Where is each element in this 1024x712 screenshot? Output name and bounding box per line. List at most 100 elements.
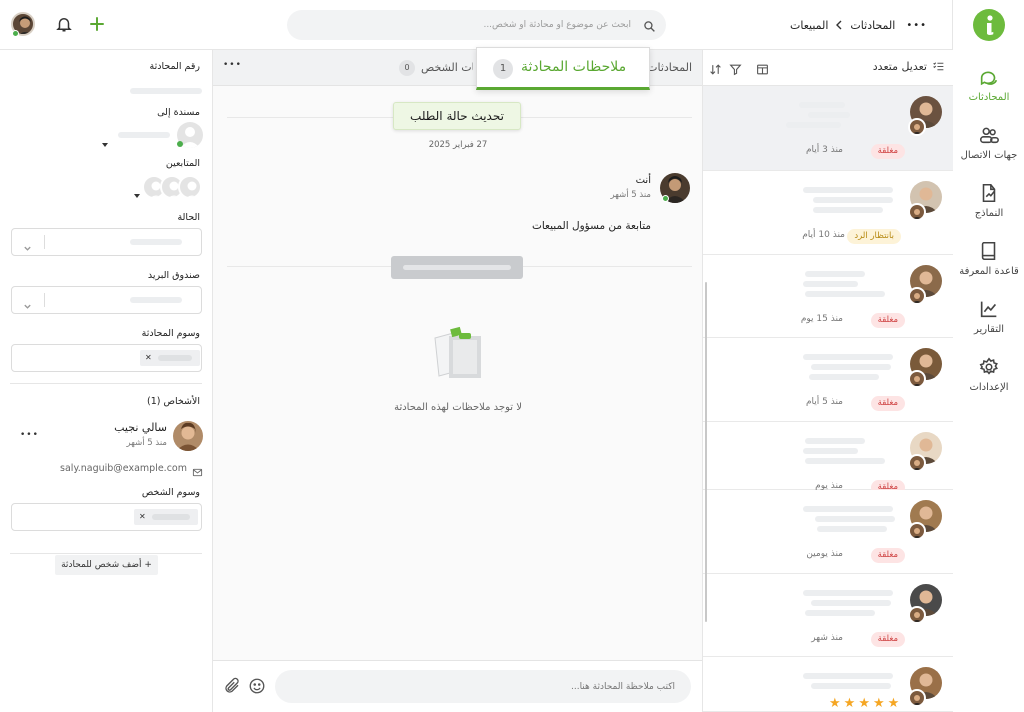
list-item[interactable]: ★ ★ ★ ★ ★ (703, 657, 953, 712)
placeholder (130, 297, 182, 303)
person-tags-input[interactable]: ✕ (11, 503, 202, 531)
filter-icon[interactable] (729, 61, 742, 76)
divider (10, 553, 202, 554)
agent-avatar (908, 203, 926, 221)
composer (213, 660, 702, 712)
online-dot (12, 30, 19, 37)
placeholder (803, 506, 893, 512)
placeholder (813, 197, 893, 203)
remove-tag-icon[interactable]: ✕ (139, 512, 146, 521)
mailbox-select[interactable] (11, 286, 202, 314)
list-item[interactable]: مغلقة منذ يوم (703, 422, 953, 495)
note-input[interactable] (289, 670, 675, 703)
sidebar-item-knowledge-base[interactable]: قاعدة المعرفة (953, 240, 1024, 277)
top-bar: ••• المحادثات المبيعات (0, 0, 952, 50)
placeholder (152, 514, 190, 520)
tab-person-notes[interactable]: 0 ملاحظات الشخص (399, 50, 473, 86)
more-icon[interactable]: ••• (906, 20, 927, 31)
search-bar[interactable] (287, 10, 666, 40)
tab-label: ملاحظات المحادثة (521, 59, 627, 75)
status-badge: مغلقة (870, 632, 905, 647)
breadcrumb-root[interactable]: المحادثات (850, 19, 895, 32)
tab-count-badge: 1 (493, 59, 513, 79)
agent-avatar (908, 118, 926, 136)
placeholder (786, 122, 841, 128)
more-icon[interactable]: ••• (20, 430, 39, 440)
star-icon: ★ (829, 696, 841, 711)
bell-icon[interactable] (55, 15, 73, 33)
status-select[interactable] (11, 228, 202, 256)
rating-stars: ★ ★ ★ ★ ★ (829, 697, 899, 711)
followers-avatars[interactable] (142, 175, 204, 199)
tab-conversation-notes[interactable]: 1 ملاحظات المحادثة (476, 47, 650, 90)
search-icon (643, 18, 656, 32)
list-item[interactable]: مغلقة منذ 5 أيام (703, 338, 953, 422)
tab-conversations[interactable]: المحادثات (649, 50, 702, 86)
placeholder (805, 291, 885, 297)
sidebar-item-label: جهات الاتصال (960, 150, 1018, 161)
conversation-time: منذ 3 أيام (805, 145, 843, 155)
list-item[interactable]: مغلقة منذ يومين (703, 490, 953, 574)
placeholder (130, 88, 202, 94)
placeholder (799, 102, 845, 108)
placeholder (808, 112, 850, 118)
list-item[interactable]: بانتظار الرد منذ 10 أيام (703, 171, 953, 255)
bulk-edit-button[interactable]: تعديل متعدد (873, 60, 945, 73)
mail-icon (192, 463, 203, 477)
chart-icon (953, 298, 1024, 320)
tooltip: تحديث حالة الطلب (393, 102, 521, 130)
app-logo (973, 9, 1005, 41)
chevron-down-icon[interactable] (102, 133, 108, 147)
agent-avatar (908, 287, 926, 305)
tab-label: ملاحظات الشخص (421, 61, 473, 74)
divider (10, 383, 202, 384)
search-input[interactable] (301, 10, 631, 40)
sidebar-item-conversations[interactable]: المحادثات (953, 66, 1024, 103)
attachment-icon[interactable] (223, 677, 241, 695)
message-text: متابعة من مسؤول المبيعات (531, 220, 651, 232)
status-label: الحالة (177, 212, 200, 223)
agent-avatar (908, 522, 926, 540)
chat-icon (953, 66, 1024, 88)
sidebar-item-reports[interactable]: التقارير (953, 298, 1024, 335)
breadcrumb: ••• المحادثات المبيعات (790, 16, 927, 34)
sidebar-item-contacts[interactable]: جهات الاتصال (953, 124, 1024, 161)
conversation-time: منذ 5 أيام (805, 397, 843, 407)
columns-icon[interactable] (756, 61, 769, 75)
conversation-tags-input[interactable]: ✕ (11, 344, 202, 372)
person-time: منذ 5 أشهر (126, 438, 167, 448)
placeholder (803, 673, 893, 679)
select-separator (44, 293, 45, 307)
placeholder (130, 239, 182, 245)
conversation-time: منذ شهر (811, 633, 843, 643)
emoji-icon[interactable] (248, 677, 266, 695)
person-tags-label: وسوم الشخص (141, 487, 200, 498)
follower-avatar (178, 175, 202, 199)
add-icon[interactable] (88, 15, 106, 33)
person-avatar[interactable] (173, 421, 203, 451)
placeholder (809, 374, 879, 380)
more-icon[interactable]: ••• (223, 60, 242, 70)
sidebar-item-forms[interactable]: النماذج (953, 182, 1024, 219)
list-item[interactable]: مغلقة منذ 3 أيام (703, 86, 953, 171)
person-name[interactable]: سالي نجيب (80, 421, 167, 434)
sidebar-item-settings[interactable]: الإعدادات (953, 356, 1024, 393)
email-text: saly.naguib@example.com (60, 463, 187, 474)
add-person-button[interactable]: + أضف شخص للمحادثة (55, 555, 158, 575)
list-item[interactable]: مغلقة منذ شهر (703, 574, 953, 657)
chevron-down-icon[interactable] (134, 184, 140, 198)
status-badge: مغلقة (870, 144, 905, 159)
assigned-label: مسندة إلى (157, 107, 200, 118)
placeholder (811, 364, 891, 370)
notes-panel: ••• 0 ملاحظات الشخص المحادثات تحديث حالة… (213, 50, 702, 712)
sidebar-item-label: الإعدادات (969, 382, 1009, 393)
placeholder (803, 187, 893, 193)
gear-icon (953, 356, 1024, 378)
person-email: saly.naguib@example.com (40, 463, 203, 477)
sort-icon[interactable] (709, 61, 722, 75)
list-item[interactable]: مغلقة منذ 15 يوم (703, 255, 953, 338)
star-icon: ★ (858, 696, 870, 711)
followers-label: المتابعين (165, 158, 200, 169)
remove-tag-icon[interactable]: ✕ (145, 353, 152, 362)
list-scrollbar[interactable] (705, 282, 707, 622)
